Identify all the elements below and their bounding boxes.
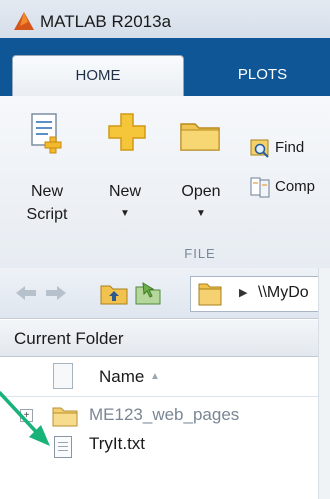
forward-arrow-icon[interactable] (44, 284, 68, 302)
folder-icon (52, 407, 78, 427)
list-item[interactable]: TryIt.txt (89, 434, 145, 454)
expand-icon[interactable]: + (20, 409, 33, 422)
column-header-row (0, 358, 330, 397)
new-plus-icon[interactable] (107, 112, 147, 152)
open-folder-icon[interactable] (179, 118, 221, 152)
browse-folder-icon[interactable] (133, 279, 163, 307)
folder-icon (198, 283, 222, 306)
panel-edge (318, 268, 330, 499)
tab-home[interactable]: HOME (12, 55, 184, 97)
current-path[interactable]: \\MyDo (258, 284, 309, 302)
new-button[interactable]: New (92, 180, 158, 203)
matlab-logo-icon (14, 12, 34, 30)
compare-icon (250, 177, 270, 198)
new-script-label-1: New (30, 183, 63, 200)
open-button[interactable]: Open (168, 180, 234, 203)
open-dropdown-icon[interactable]: ▼ (194, 208, 208, 219)
tab-plots[interactable]: PLOTS (200, 55, 325, 95)
new-script-icon[interactable] (26, 111, 70, 155)
window-title: MATLAB R2013a (40, 12, 172, 31)
compare-button[interactable]: Comp (275, 178, 315, 195)
file-section-label: FILE (184, 246, 216, 261)
new-script-button[interactable]: New Script (16, 180, 78, 226)
up-one-level-icon[interactable] (100, 281, 128, 305)
name-column-header[interactable]: Name (99, 367, 144, 387)
sort-ascending-icon[interactable]: ▲ (150, 371, 160, 382)
list-item[interactable]: ME123_web_pages (89, 405, 239, 425)
current-folder-title: Current Folder (14, 329, 124, 348)
text-file-icon (54, 436, 72, 458)
new-dropdown-icon[interactable]: ▼ (118, 208, 132, 219)
new-script-label-2: Script (26, 206, 68, 223)
column-type-icon (53, 363, 73, 389)
back-arrow-icon[interactable] (14, 284, 38, 302)
path-separator-icon[interactable]: ▶ (239, 286, 247, 299)
find-files-icon (250, 139, 269, 158)
find-files-button[interactable]: Find (275, 139, 304, 156)
